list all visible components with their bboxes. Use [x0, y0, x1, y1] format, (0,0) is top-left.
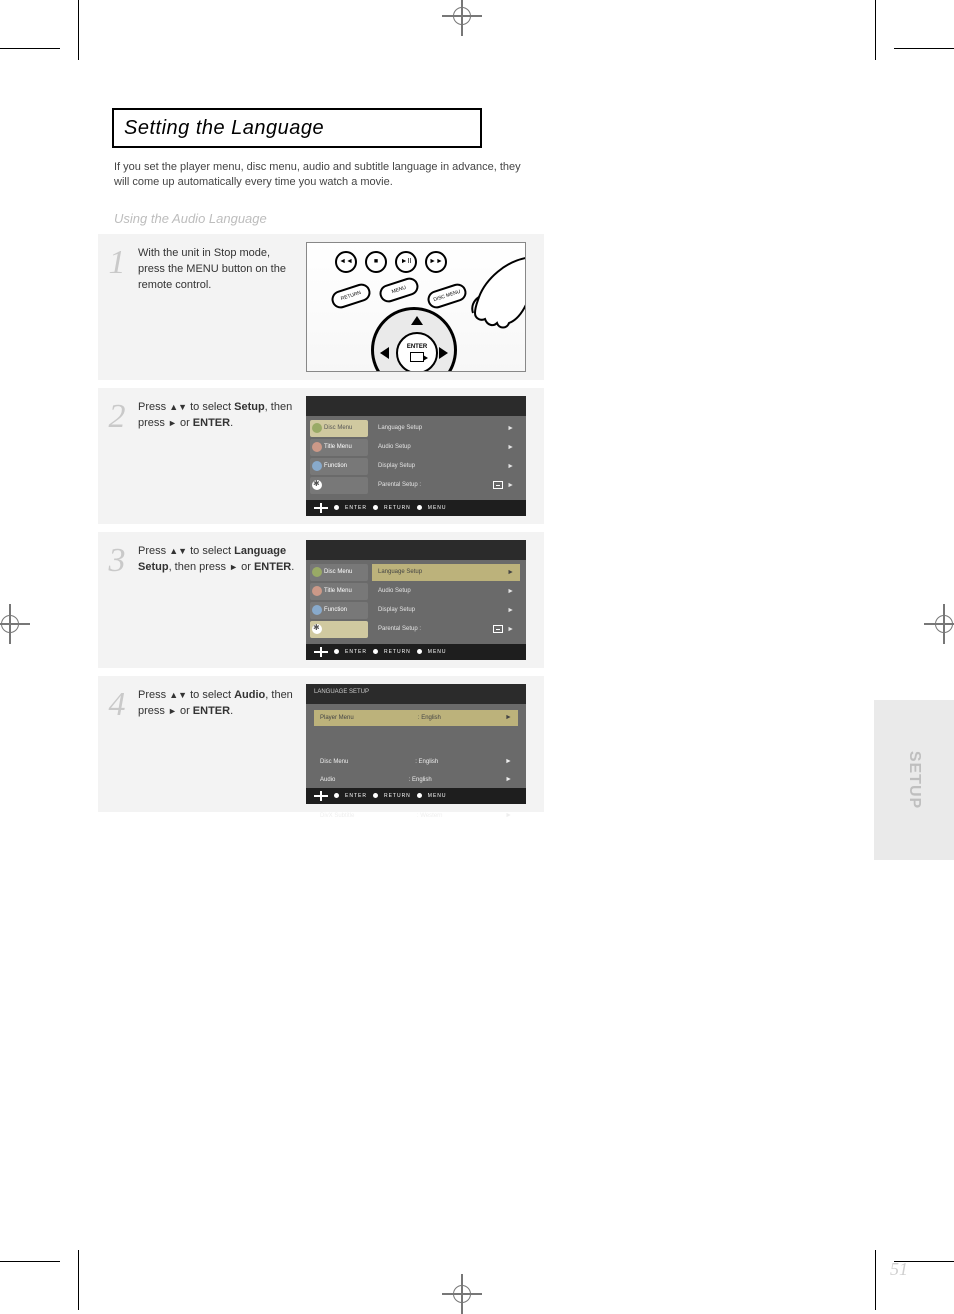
page-number: 51 — [890, 1259, 908, 1280]
osd-side-item: Function — [310, 602, 368, 619]
osd-footer-label: MENU — [428, 793, 447, 799]
chevron-right-icon — [507, 425, 514, 432]
step-number: 3 — [104, 544, 130, 578]
step-4: 4 Press to select Audio, then press or E… — [98, 676, 544, 812]
chevron-right-icon — [505, 812, 512, 819]
osd-row: DivX Subtitle: Western — [314, 808, 518, 824]
chevron-right-icon — [505, 714, 512, 721]
osd-side-item: Function — [310, 458, 368, 475]
osd-footer-label: RETURN — [384, 649, 411, 655]
section-title: Setting the Language — [112, 108, 482, 148]
registration-mark-icon — [448, 2, 476, 30]
osd-footer-label: MENU — [428, 649, 447, 655]
osd-row: Audio Setup — [372, 583, 520, 600]
chevron-right-icon — [507, 626, 514, 633]
chevron-right-icon — [507, 463, 514, 470]
step-2: 2 Press to select Setup, then press or E… — [98, 388, 544, 524]
chevron-right-icon — [507, 444, 514, 451]
osd-row: Parental Setup : — [372, 477, 520, 494]
step-number: 4 — [104, 688, 130, 722]
chevron-right-icon — [507, 482, 514, 489]
osd-row-selected: Language Setup — [372, 564, 520, 581]
chevron-right-icon — [507, 588, 514, 595]
crop-mark — [875, 1250, 876, 1310]
nav-cross-icon — [314, 503, 328, 513]
osd-row: Display Setup — [372, 602, 520, 619]
osd-row: Display Setup — [372, 458, 520, 475]
osd-row: Audio: English — [314, 772, 518, 788]
osd-side-item: Title Menu — [310, 439, 368, 456]
hand-icon — [415, 247, 526, 372]
osd-side-item-setup — [310, 621, 368, 638]
crop-mark — [78, 1250, 79, 1310]
osd-side-item: Title Menu — [310, 583, 368, 600]
crop-mark — [894, 48, 954, 49]
chevron-right-icon — [507, 569, 514, 576]
step-1: 1 With the unit in Stop mode, press the … — [98, 234, 544, 380]
crop-mark — [875, 0, 876, 60]
crop-mark — [0, 48, 60, 49]
lock-icon — [493, 625, 503, 633]
osd-screenshot: Disc Menu Title Menu Function Language S… — [306, 540, 526, 660]
osd-row: Parental Setup : — [372, 621, 520, 638]
osd-side-item: Disc Menu — [310, 564, 368, 581]
step-3: 3 Press to select Language Setup, then p… — [98, 532, 544, 668]
osd-row: Audio Setup — [372, 439, 520, 456]
osd-row-selected: Player Menu: English — [314, 710, 518, 726]
subsection-heading: Using the Audio Language — [114, 211, 880, 226]
step-text: With the unit in Stop mode, press the ME… — [138, 242, 298, 294]
osd-row: Disc Menu: English — [314, 754, 518, 770]
stop-icon: ■ — [365, 251, 387, 273]
left-arrow-icon — [380, 347, 389, 359]
step-number: 2 — [104, 400, 130, 434]
registration-mark-icon — [930, 610, 954, 638]
chevron-right-icon — [507, 607, 514, 614]
osd-row: Language Setup — [372, 420, 520, 437]
nav-cross-icon — [314, 791, 328, 801]
remote-illustration: ◄◄ ■ ►II ►► RETURN MENU DISC MENU ENTER — [306, 242, 526, 372]
step-text: Press to select Audio, then press or ENT… — [138, 684, 298, 720]
osd-footer-label: RETURN — [384, 793, 411, 799]
play-pause-icon: ►II — [395, 251, 417, 273]
osd-side-item-setup — [310, 477, 368, 494]
rewind-icon: ◄◄ — [335, 251, 357, 273]
lock-icon — [493, 481, 503, 489]
nav-cross-icon — [314, 647, 328, 657]
registration-mark-icon — [448, 1280, 476, 1308]
osd-footer-label: ENTER — [345, 649, 367, 655]
osd-footer-label: ENTER — [345, 505, 367, 511]
osd-footer-label: MENU — [428, 505, 447, 511]
step-text: Press to select Setup, then press or ENT… — [138, 396, 298, 432]
osd-screenshot: LANGUAGE SETUP Player Menu: English Disc… — [306, 684, 526, 804]
lead-text: If you set the player menu, disc menu, a… — [114, 160, 524, 191]
step-number: 1 — [104, 246, 130, 280]
crop-mark — [0, 1261, 60, 1262]
osd-footer-label: RETURN — [384, 505, 411, 511]
registration-mark-icon — [0, 610, 24, 638]
step-text: Press to select Language Setup, then pre… — [138, 540, 298, 576]
side-tab-label: SETUP — [905, 751, 923, 809]
osd-footer-label: ENTER — [345, 793, 367, 799]
osd-screenshot: Disc Menu Title Menu Function Language S… — [306, 396, 526, 516]
osd-side-item: Disc Menu — [310, 420, 368, 437]
side-tab: SETUP — [874, 700, 954, 860]
crop-mark — [78, 0, 79, 60]
